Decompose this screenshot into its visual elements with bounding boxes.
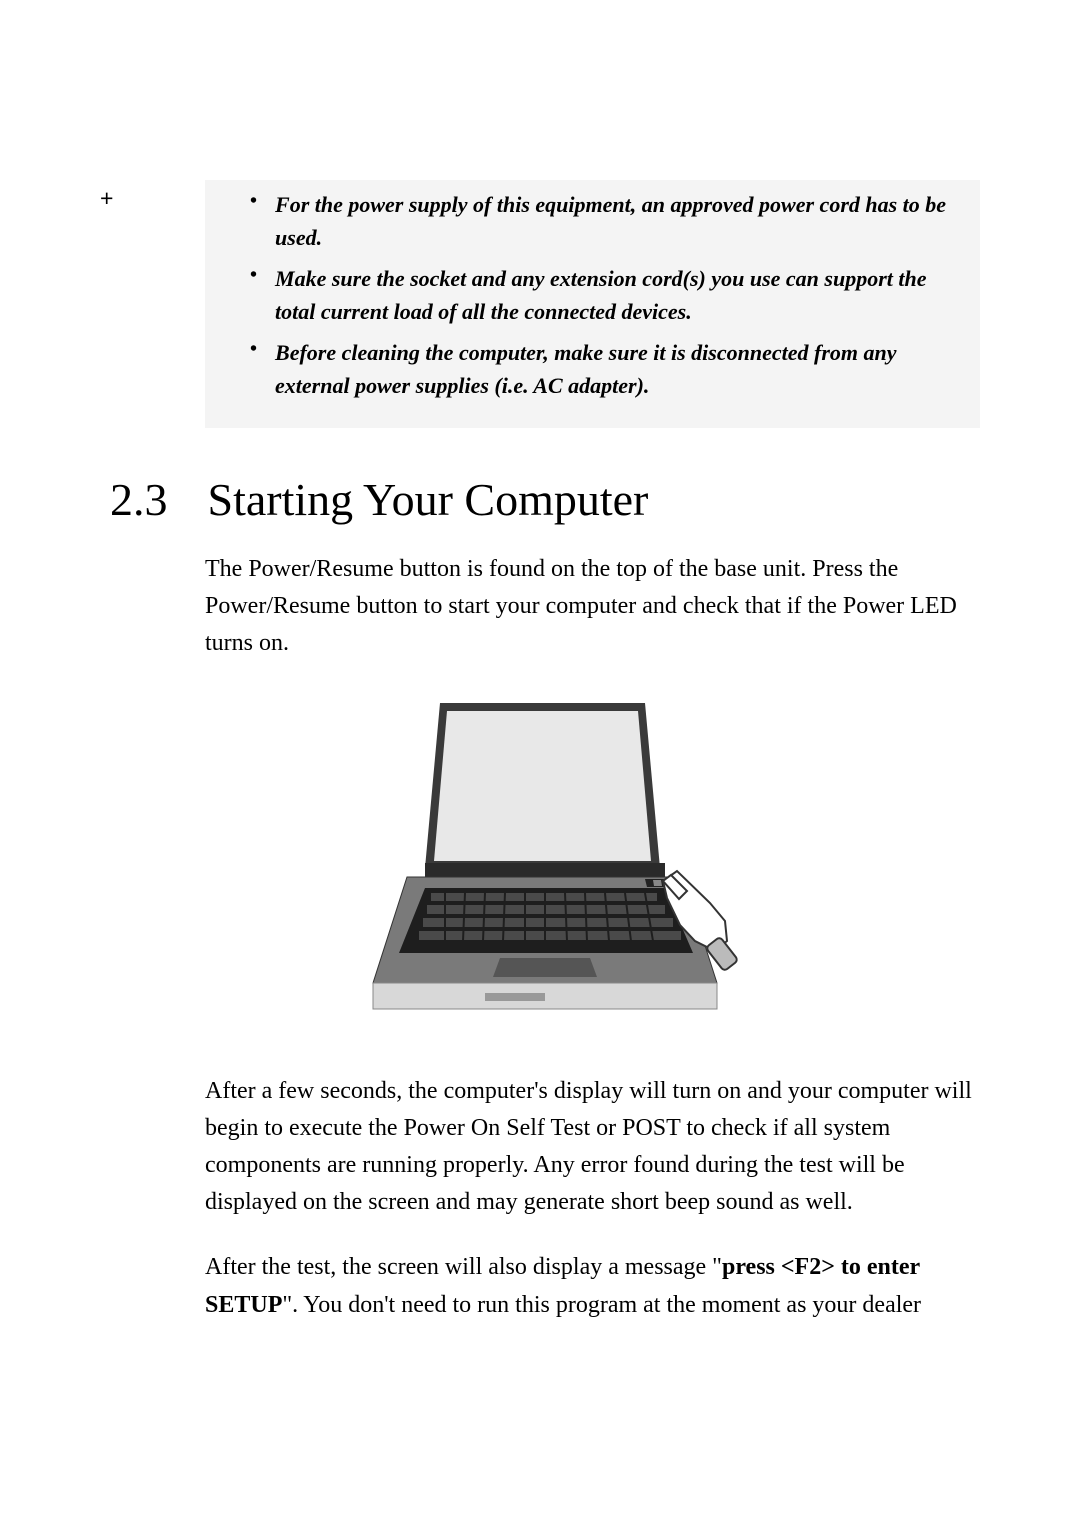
post-paragraph: After a few seconds, the computer's disp… <box>205 1073 980 1222</box>
bullet-dot-icon: • <box>250 186 257 254</box>
bullet-text: Make sure the socket and any extension c… <box>275 262 960 328</box>
section-header: 2.3 Starting Your Computer <box>110 473 980 526</box>
laptop-illustration <box>110 693 980 1033</box>
bullet-item: • Before cleaning the computer, make sur… <box>225 336 960 402</box>
section-title: Starting Your Computer <box>208 473 649 526</box>
intro-paragraph: The Power/Resume button is found on the … <box>205 551 980 663</box>
setup-paragraph: After the test, the screen will also dis… <box>205 1249 980 1323</box>
setup-text-pre: After the test, the screen will also dis… <box>205 1254 722 1280</box>
bullet-text: For the power supply of this equipment, … <box>275 188 960 254</box>
setup-text-post: ". You don't need to run this program at… <box>282 1292 921 1318</box>
section-number: 2.3 <box>110 473 168 526</box>
bullet-dot-icon: • <box>250 334 257 402</box>
bullet-text: Before cleaning the computer, make sure … <box>275 336 960 402</box>
bullet-dot-icon: • <box>250 260 257 328</box>
plus-marker: + <box>100 185 113 212</box>
bullet-item: • Make sure the socket and any extension… <box>225 262 960 328</box>
warning-note-box: + • For the power supply of this equipme… <box>205 180 980 428</box>
bullet-item: • For the power supply of this equipment… <box>225 188 960 254</box>
laptop-power-icon <box>345 693 745 1033</box>
